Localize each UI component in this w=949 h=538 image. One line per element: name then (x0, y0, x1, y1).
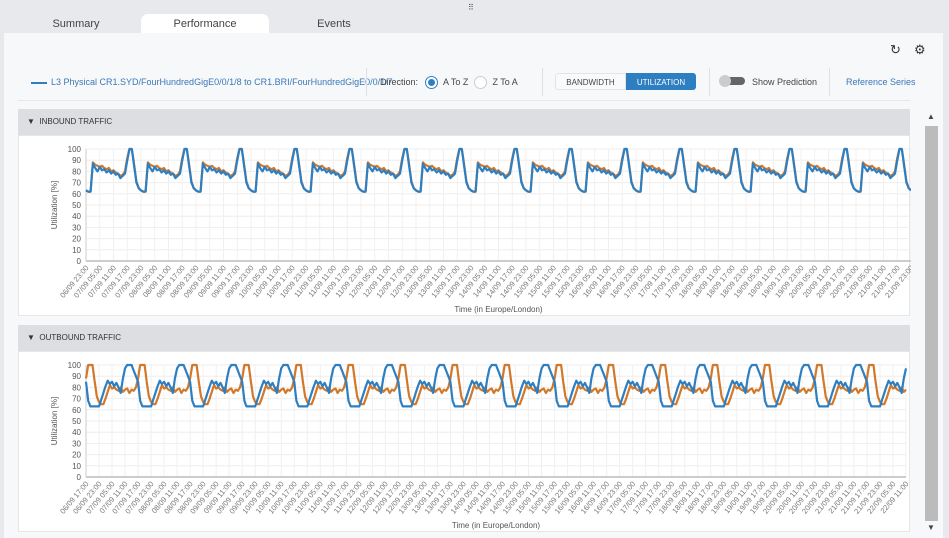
y-tick-label: 50 (72, 417, 81, 426)
a-to-z-label: A To Z (443, 77, 469, 87)
scroll-up-icon[interactable]: ▲ (927, 112, 935, 121)
series-link-label: L3 Physical CR1.SYD/FourHundredGigE0/0/1… (51, 77, 393, 87)
y-tick-label: 0 (77, 257, 82, 266)
refresh-icon[interactable]: ↻ (890, 42, 901, 58)
drag-handle-icon[interactable]: ⠿ (468, 3, 474, 12)
radio-z-to-a[interactable] (473, 76, 487, 90)
gear-icon[interactable]: ⚙ (914, 42, 926, 58)
prediction-toggle[interactable] (719, 75, 745, 87)
y-tick-label: 90 (72, 372, 81, 381)
y-tick-label: 30 (72, 223, 81, 232)
direction-label: Direction: (380, 77, 419, 87)
y-tick-label: 10 (72, 462, 81, 471)
y-tick-label: 100 (68, 361, 82, 370)
inbound-title: INBOUND TRAFFIC (39, 117, 113, 126)
y-tick-label: 60 (72, 190, 81, 199)
y-tick-label: 40 (72, 212, 81, 221)
tab-summary[interactable]: Summary (12, 14, 140, 34)
radio-a-to-z[interactable] (424, 76, 438, 90)
reference-series-link[interactable]: Reference Series (846, 70, 916, 94)
y-axis-title: Utilization [%] (50, 181, 59, 229)
y-tick-label: 20 (72, 235, 81, 244)
y-tick-label: 80 (72, 167, 81, 176)
y-tick-label: 30 (72, 439, 81, 448)
series-line-icon (31, 81, 47, 84)
divider (829, 68, 830, 96)
collapse-caret-icon[interactable]: ▼ (27, 117, 35, 126)
x-axis-title: Time (in Europe/London) (452, 521, 541, 530)
outbound-title: OUTBOUND TRAFFIC (39, 333, 122, 342)
divider (542, 68, 543, 96)
inbound-chart-svg: 010203040506070809010006/09 23:0007/09 0… (50, 145, 911, 314)
y-tick-label: 10 (72, 246, 81, 255)
tab-performance[interactable]: Performance (141, 14, 269, 34)
inbound-chart: 0 10 20 30 40 50 60 70 80 90 100 06/09 23:00 07/09 0… (18, 135, 911, 316)
y-tick-label: 90 (72, 156, 81, 165)
x-axis-title: Time (in Europe/London) (454, 305, 543, 314)
inbound-section-header[interactable]: ▼ INBOUND TRAFFIC (18, 109, 910, 135)
tab-events[interactable]: Events (270, 14, 398, 34)
y-tick-label: 100 (68, 145, 82, 154)
y-tick-label: 0 (77, 473, 82, 482)
series-link[interactable]: L3 Physical CR1.SYD/FourHundredGigE0/0/1… (31, 70, 393, 94)
outbound-section-header[interactable]: ▼ OUTBOUND TRAFFIC (18, 325, 910, 351)
direction-group: Direction: A To Z Z To A (380, 70, 518, 94)
y-tick-label: 60 (72, 406, 81, 415)
divider (18, 100, 910, 101)
outbound-chart: 0 10 20 30 40 50 60 70 80 90 100 06/09 17:00 06/09 2… (18, 351, 911, 532)
scroll-down-icon[interactable]: ▼ (927, 523, 935, 532)
divider (709, 68, 710, 96)
y-tick-label: 20 (72, 451, 81, 460)
bandwidth-button[interactable]: BANDWIDTH (555, 73, 626, 90)
collapse-caret-icon[interactable]: ▼ (27, 333, 35, 342)
prediction-label: Show Prediction (752, 77, 818, 87)
scrollbar-thumb[interactable] (925, 126, 938, 521)
y-axis-title: Utilization [%] (50, 397, 59, 445)
utilization-button[interactable]: UTILIZATION (626, 73, 696, 90)
y-tick-label: 70 (72, 395, 81, 404)
y-tick-label: 80 (72, 383, 81, 392)
divider (366, 68, 367, 96)
y-tick-label: 70 (72, 179, 81, 188)
y-tick-label: 40 (72, 428, 81, 437)
z-to-a-label: Z To A (492, 77, 518, 87)
y-tick-label: 50 (72, 201, 81, 210)
scrollbar[interactable]: ▲ ▼ (924, 110, 939, 535)
outbound-chart-svg: 010203040506070809010006/09 17:0006/09 2… (50, 361, 911, 530)
